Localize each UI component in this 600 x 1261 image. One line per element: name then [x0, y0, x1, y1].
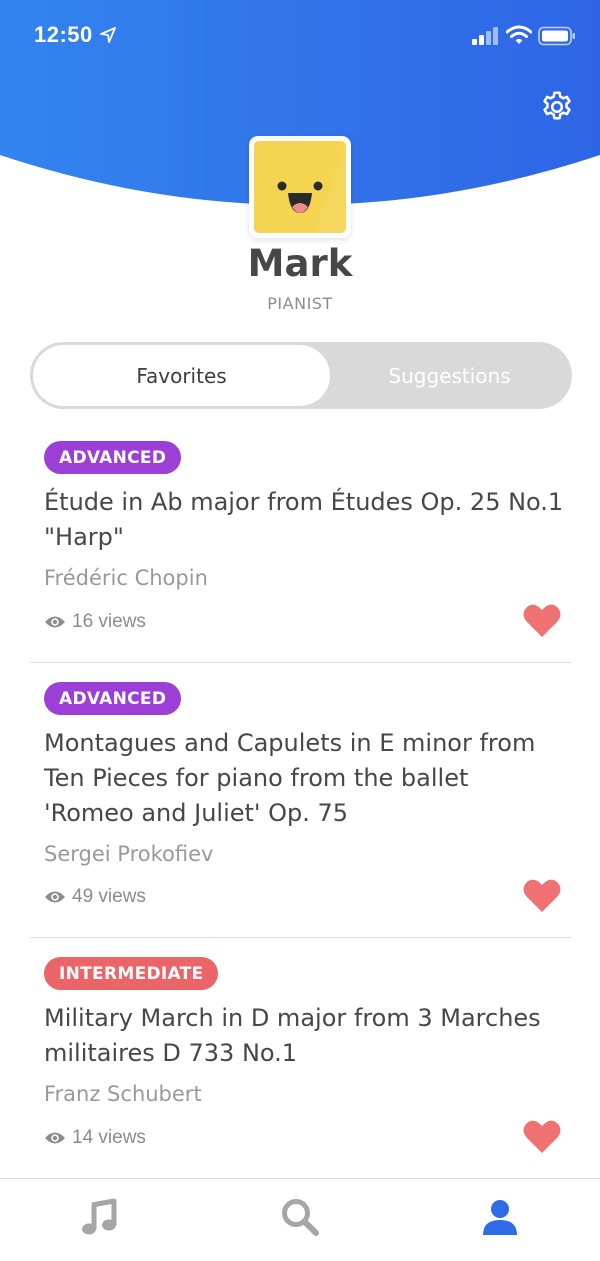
views-count: 16 views	[44, 611, 146, 633]
heart-icon[interactable]	[522, 603, 562, 639]
piece-list: ADVANCED Étude in Ab major from Études O…	[30, 422, 572, 1179]
status-bar: 12:50	[0, 0, 600, 70]
tab-favorites[interactable]: Favorites	[33, 345, 330, 406]
eye-icon	[45, 891, 65, 903]
level-badge: ADVANCED	[44, 441, 182, 474]
views-label: 49 views	[72, 886, 146, 907]
bottom-tab-bar	[0, 1178, 600, 1261]
list-item[interactable]: INTERMEDIATE Military March in D major f…	[30, 938, 572, 1179]
avatar[interactable]	[249, 136, 351, 238]
eye-icon	[45, 616, 65, 628]
views-count: 14 views	[44, 1127, 146, 1149]
gear-icon	[543, 91, 571, 120]
level-badge: ADVANCED	[44, 682, 182, 715]
level-badge: INTERMEDIATE	[44, 957, 219, 990]
smiley-face-icon	[277, 141, 346, 233]
music-note-icon	[82, 1198, 117, 1235]
views-label: 16 views	[72, 611, 146, 632]
profile-name: Mark	[247, 242, 353, 285]
battery-icon	[538, 26, 575, 46]
location-arrow-icon	[100, 27, 116, 43]
tab-suggestions[interactable]: Suggestions	[330, 345, 569, 406]
piece-title: Montagues and Capulets in E minor from T…	[44, 729, 536, 827]
eye-icon	[45, 1132, 65, 1144]
list-item[interactable]: ADVANCED Étude in Ab major from Études O…	[30, 422, 572, 663]
heart-icon[interactable]	[522, 1119, 562, 1155]
piece-title: Military March in D major from 3 Marches…	[44, 1004, 541, 1067]
list-item[interactable]: ADVANCED Montagues and Capulets in E min…	[30, 663, 572, 938]
avatar-face	[254, 141, 346, 233]
profile-icon	[483, 1200, 517, 1235]
views-count: 49 views	[44, 886, 146, 908]
piece-composer: Frédéric Chopin	[44, 566, 208, 590]
cellular-signal-icon	[472, 27, 498, 45]
segmented-control: Favorites Suggestions	[30, 342, 572, 409]
heart-icon[interactable]	[522, 878, 562, 914]
tab-search[interactable]	[200, 1179, 400, 1261]
piece-title: Étude in Ab major from Études Op. 25 No.…	[44, 488, 564, 551]
settings-button[interactable]	[536, 86, 578, 128]
piece-composer: Sergei Prokofiev	[44, 842, 214, 866]
views-label: 14 views	[72, 1127, 146, 1148]
piece-composer: Franz Schubert	[44, 1082, 202, 1106]
search-icon	[282, 1199, 319, 1236]
tab-profile[interactable]	[400, 1179, 600, 1261]
status-time: 12:50	[34, 22, 93, 47]
profile-role: PIANIST	[267, 294, 333, 313]
tab-library[interactable]	[0, 1179, 200, 1261]
wifi-icon	[506, 25, 532, 44]
